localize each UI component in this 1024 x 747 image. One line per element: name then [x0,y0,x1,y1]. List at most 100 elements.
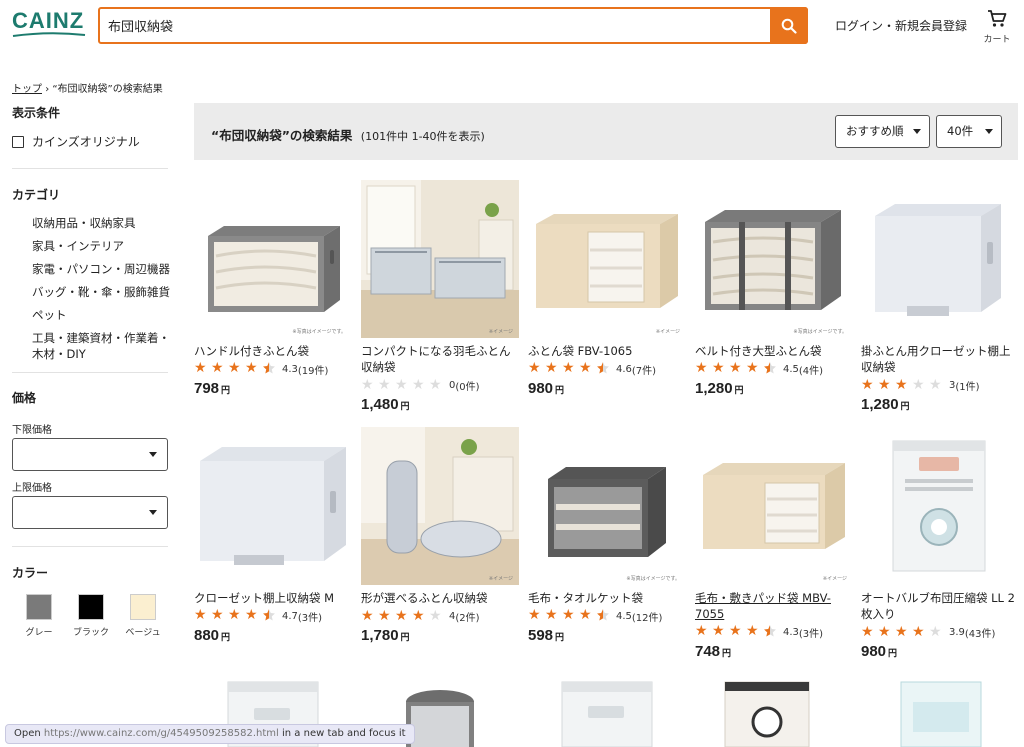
star-full-icon: ★ [361,608,374,624]
product-name[interactable]: コンパクトになる羽毛ふとん収納袋 [361,343,519,375]
color-swatch-gray[interactable]: グレー [25,594,53,638]
product-image[interactable]: ※写真はイメージです。 [528,427,686,585]
price-value: 1,780 [361,627,399,644]
star-full-icon: ★ [228,606,241,623]
category-item[interactable]: バッグ・靴・傘・服飾雑貨 [32,284,170,300]
cainz-logo[interactable]: CAINZ [12,10,88,38]
login-register-link[interactable]: ログイン・新規会員登録 [835,17,967,34]
swatch-box [78,594,104,620]
star-rating: ★ ★ ★ ★ [695,361,779,378]
per-page-select[interactable]: 40件 [936,115,1002,148]
product-name[interactable]: 形が選べるふとん収納袋 [361,590,519,606]
category-item[interactable]: 収納用品・収納家具 [32,215,170,231]
star-full-icon: ★ [746,359,759,376]
divider [12,372,168,373]
category-item[interactable]: 家電・パソコン・周辺機器 [32,261,170,277]
review-count: (4件) [798,365,824,377]
rating: ★ ★ ★ ★ 4.5 (12件) [528,608,686,624]
product-card[interactable]: 掛ふとん用クローゼット棚上収納袋 ★ ★ ★ ★ ★ 3 (1件) 1,280 円 [861,180,1019,413]
category-heading: カテゴリ [12,188,61,202]
product-card[interactable]: ※イメージ コンパクトになる羽毛ふとん収納袋 ★ ★ ★ ★ ★ 0 (0件) 1,480… [361,180,519,413]
product-image[interactable] [861,680,1019,747]
star-full-icon: ★ [712,622,725,639]
star-full-icon: ★ [895,624,908,640]
product-image[interactable]: ※イメージ [361,180,519,338]
product-image[interactable] [194,427,352,585]
sort-order-label: おすすめ順 [846,124,904,138]
product-image[interactable] [861,180,1019,338]
rating-value: 4.3 [282,363,298,375]
breadcrumb: トップ › “布団収納袋”の検索結果 [12,80,163,95]
star-rating: ★ ★ ★ ★ [194,608,278,625]
image-note: ※イメージ [488,329,513,335]
rating-value: 4.5 [616,610,632,622]
product-name[interactable]: ハンドル付きふとん袋 [194,343,352,359]
star-full-icon: ★ [729,359,742,376]
star-full-icon: ★ [245,606,258,623]
product-card[interactable]: ※イメージ 形が選べるふとん収納袋 ★ ★ ★ ★ ★ 4 (2件) 1,780 円 [361,427,519,644]
rating: ★ ★ ★ ★ 4.5 (4件) [695,361,853,377]
swatch-label: グレー [25,628,53,638]
star-full-icon: ★ [545,606,558,623]
product-card[interactable]: ※写真はイメージです。 毛布・タオルケット袋 ★ ★ ★ ★ 4.5 (12件) 598… [528,427,686,644]
product-card[interactable]: ※写真はイメージです。 ベルト付き大型ふとん袋 ★ ★ ★ ★ 4.5 (4件) 1,2… [695,180,853,397]
cainz-original-checkbox[interactable] [12,135,24,148]
product-image[interactable] [861,427,1019,585]
star-half-icon [763,624,779,641]
product-image[interactable]: ※イメージ [361,427,519,585]
product-name[interactable]: 毛布・敷きパッド袋 MBV-7055 [695,590,853,622]
color-swatch-beige[interactable]: ベージュ [125,594,161,638]
product-name[interactable]: ベルト付き大型ふとん袋 [695,343,853,359]
image-note: ※イメージ [488,576,513,582]
rating: ★ ★ ★ ★ ★ 3.9 (43件) [861,624,1019,640]
product-image[interactable]: ※写真はイメージです。 [194,180,352,338]
product-card[interactable]: ※写真はイメージです。 ハンドル付きふとん袋 ★ ★ ★ ★ 4.3 (19件) 798… [194,180,352,397]
star-half-icon [262,361,278,378]
results-header: “布団収納袋”の検索結果 (101件中 1-40件を表示) おすすめ順 40件 [194,103,1018,160]
cainz-original-filter[interactable]: カインズオリジナル [12,133,170,150]
product-image[interactable]: ※イメージ [528,180,686,338]
sort-order-select[interactable]: おすすめ順 [835,115,930,148]
price-unit: 円 [400,632,410,642]
product-card[interactable]: オートバルブ布団圧縮袋 LL 2枚入り ★ ★ ★ ★ ★ 3.9 (43件) 980 円 [861,427,1019,660]
rating: ★ ★ ★ ★ ★ 4 (2件) [361,608,519,624]
category-item[interactable]: ペット [32,307,170,323]
product-image[interactable]: ※イメージ [695,427,853,585]
product-name[interactable]: オートバルブ布団圧縮袋 LL 2枚入り [861,590,1019,622]
review-count: (7件) [631,365,657,377]
price-value: 598 [528,627,554,644]
star-full-icon: ★ [695,359,708,376]
star-half-icon [763,361,779,378]
category-item[interactable]: 家具・インテリア [32,238,170,254]
rating: ★ ★ ★ ★ ★ 0 (0件) [361,377,519,393]
product-card[interactable]: ※イメージ ふとん袋 FBV-1065 ★ ★ ★ ★ 4.6 (7件) 980 円 [528,180,686,397]
star-full-icon: ★ [878,624,891,640]
product-name[interactable]: 掛ふとん用クローゼット棚上収納袋 [861,343,1019,375]
breadcrumb-home[interactable]: トップ [12,84,42,95]
product-name[interactable]: クローゼット棚上収納袋 M [194,590,352,606]
search-input[interactable] [108,9,758,42]
product-image[interactable] [528,680,686,747]
product-image[interactable] [695,680,853,747]
product-image[interactable]: ※写真はイメージです。 [695,180,853,338]
cart-button[interactable]: カート [980,10,1014,45]
product-name[interactable]: 毛布・タオルケット袋 [528,590,686,606]
search-button[interactable] [770,7,808,44]
product-name[interactable]: ふとん袋 FBV-1065 [528,343,686,359]
rating-value: 3.9 [949,626,965,638]
max-price-select[interactable] [12,496,168,529]
filter-sidebar: 表示条件 カインズオリジナル カテゴリ 収納用品・収納家具 家具・インテリア 家… [12,104,170,638]
rating: ★ ★ ★ ★ 4.7 (3件) [194,608,352,624]
color-swatch-black[interactable]: ブラック [73,594,109,638]
swatch-box [130,594,156,620]
star-empty-icon: ★ [929,624,942,640]
product-card[interactable]: ※イメージ 毛布・敷きパッド袋 MBV-7055 ★ ★ ★ ★ 4.3 (3件) 74… [695,427,853,660]
product-card[interactable]: クローゼット棚上収納袋 M ★ ★ ★ ★ 4.7 (3件) 880 円 [194,427,352,644]
rating-value: 4.5 [783,363,799,375]
product-price: 798 円 [194,380,352,397]
star-full-icon: ★ [695,622,708,639]
min-price-select[interactable] [12,438,168,471]
star-full-icon: ★ [378,608,391,624]
category-item[interactable]: 工具・建築資材・作業着・木材・DIY [32,330,170,362]
status-url: https://www.cainz.com/g/4549509258582.ht… [43,728,279,739]
